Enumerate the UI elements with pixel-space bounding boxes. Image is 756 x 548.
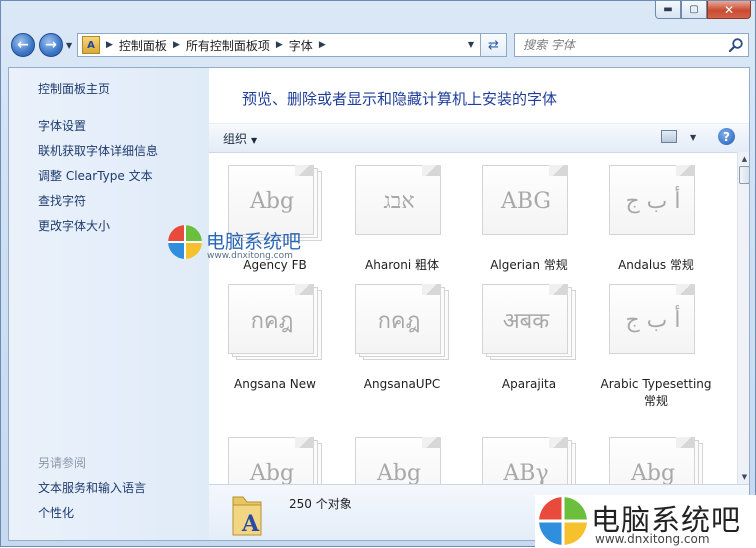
back-button[interactable]: ← — [11, 33, 35, 57]
window-frame: ▬ ▢ ✕ ← → ▼ A ▶ 控制面板 ▶ 所有控制面板项 ▶ 字体 ▶ ▼ … — [0, 0, 756, 548]
caption-buttons: ▬ ▢ ✕ — [655, 1, 751, 21]
chevron-down-icon: ▼ — [251, 136, 258, 145]
scroll-down-button[interactable]: ▼ — [738, 470, 749, 484]
watermark-url: www.dnxitong.com — [207, 251, 293, 261]
organize-button[interactable]: 组织 ▼ — [223, 130, 257, 147]
font-file-icon: أ ب ج — [609, 165, 703, 241]
breadcrumb-control-panel[interactable]: 控制面板 — [119, 37, 167, 54]
font-sample: กคฎ — [250, 308, 294, 334]
watermark-large: 电脑系统吧 www.dnxitong.com — [535, 495, 756, 548]
online-font-info-link[interactable]: 联机获取字体详细信息 — [38, 142, 158, 159]
organize-label: 组织 — [223, 132, 248, 146]
font-settings-link[interactable]: 字体设置 — [38, 117, 86, 134]
explorer-content: 控制面板主页 字体设置 联机获取字体详细信息 调整 ClearType 文本 查… — [8, 67, 750, 541]
fonts-folder-icon: A — [232, 496, 262, 537]
font-name: Angsana New — [234, 377, 316, 391]
breadcrumb-fonts[interactable]: 字体 — [289, 37, 313, 54]
close-button[interactable]: ✕ — [707, 1, 751, 19]
search-input[interactable] — [521, 37, 725, 53]
font-file-icon: أ ب ج — [609, 284, 703, 360]
command-bar: 组织 ▼ ▼ ? — [209, 123, 749, 153]
watermark-small: 电脑系统吧 www.dnxitong.com — [160, 225, 340, 265]
font-name: Arabic Typesetting 常规 — [600, 377, 712, 408]
back-arrow-icon: ← — [17, 37, 29, 53]
windows-logo-icon — [168, 225, 202, 259]
task-pane: 控制面板主页 字体设置 联机获取字体详细信息 调整 ClearType 文本 查… — [9, 68, 209, 540]
address-bar[interactable]: A ▶ 控制面板 ▶ 所有控制面板项 ▶ 字体 ▶ ▼ — [77, 33, 481, 57]
font-size-link[interactable]: 更改字体大小 — [38, 217, 110, 234]
help-icon[interactable]: ? — [718, 128, 735, 145]
watermark-url: www.dnxitong.com — [595, 532, 710, 546]
search-box[interactable] — [514, 33, 749, 57]
font-name: AngsanaUPC — [363, 377, 441, 391]
main-panel: 预览、删除或者显示和隐藏计算机上安装的字体 组织 ▼ ▼ ? Abg Agenc… — [209, 68, 749, 540]
navigation-bar: ← → ▼ A ▶ 控制面板 ▶ 所有控制面板项 ▶ 字体 ▶ ▼ ⇄ — [9, 32, 749, 60]
chevron-right-icon[interactable]: ▶ — [319, 40, 326, 50]
svg-text:A: A — [241, 511, 260, 537]
see-also-heading: 另请参阅 — [38, 456, 87, 470]
control-panel-home-link[interactable]: 控制面板主页 — [38, 80, 110, 97]
scroll-up-button[interactable]: ▲ — [738, 152, 749, 166]
refresh-button[interactable]: ⇄ — [481, 33, 507, 57]
view-icon[interactable] — [661, 130, 677, 143]
font-file-icon: Abg — [355, 437, 449, 484]
font-name: Algerian 常规 — [490, 258, 568, 272]
character-map-link[interactable]: 查找字符 — [38, 192, 86, 209]
font-sample: ABG — [500, 188, 552, 214]
font-sample: أ ب ج — [625, 188, 681, 214]
font-name: Aparajita — [501, 377, 557, 391]
fonts-folder-icon: A — [82, 36, 100, 54]
chevron-right-icon[interactable]: ▶ — [173, 40, 180, 50]
font-name: Aharoni 粗体 — [365, 258, 439, 272]
font-name: Andalus 常规 — [618, 258, 694, 272]
font-sample: أ ب ج — [625, 307, 681, 333]
forward-arrow-icon: → — [45, 37, 57, 53]
text-services-link[interactable]: 文本服务和输入语言 — [38, 479, 146, 496]
maximize-button[interactable]: ▢ — [681, 1, 707, 19]
forward-button[interactable]: → — [39, 33, 63, 57]
font-file-icon: กคฎ — [228, 284, 322, 360]
address-history-dropdown[interactable]: ▼ — [468, 40, 474, 49]
chevron-right-icon[interactable]: ▶ — [106, 40, 113, 50]
windows-logo-icon — [539, 497, 587, 545]
recent-pages-dropdown[interactable]: ▼ — [66, 41, 72, 50]
font-file-icon: Abg — [228, 437, 322, 484]
vertical-scrollbar[interactable]: ▲ ▼ — [737, 152, 749, 484]
personalize-link[interactable]: 个性化 — [38, 504, 74, 521]
font-sample: กคฎ — [377, 308, 421, 334]
font-file-icon: Abg — [609, 437, 703, 484]
font-file-icon: ABG — [482, 165, 576, 241]
font-file-icon: अबक — [482, 284, 576, 360]
object-count: 250 个对象 — [289, 497, 352, 511]
minimize-button[interactable]: ▬ — [655, 1, 681, 19]
watermark-text: 电脑系统吧 — [206, 231, 302, 253]
chevron-right-icon[interactable]: ▶ — [276, 40, 283, 50]
font-sample: אבג — [383, 189, 415, 214]
page-title: 预览、删除或者显示和隐藏计算机上安装的字体 — [242, 90, 558, 108]
cleartype-link[interactable]: 调整 ClearType 文本 — [38, 167, 153, 184]
font-grid: Abg Agency FB אבג Aharoni 粗体 ABG Algeria… — [209, 152, 737, 484]
view-options-dropdown[interactable]: ▼ — [690, 133, 696, 142]
font-file-icon: ABγ — [482, 437, 576, 484]
font-file-icon: אבג — [355, 165, 449, 241]
refresh-icon: ⇄ — [488, 37, 499, 53]
font-sample: अबक — [502, 309, 550, 334]
breadcrumb-all-items[interactable]: 所有控制面板项 — [186, 37, 270, 54]
search-icon[interactable] — [728, 37, 744, 53]
scroll-thumb[interactable] — [739, 166, 749, 184]
font-file-icon: กคฎ — [355, 284, 449, 360]
